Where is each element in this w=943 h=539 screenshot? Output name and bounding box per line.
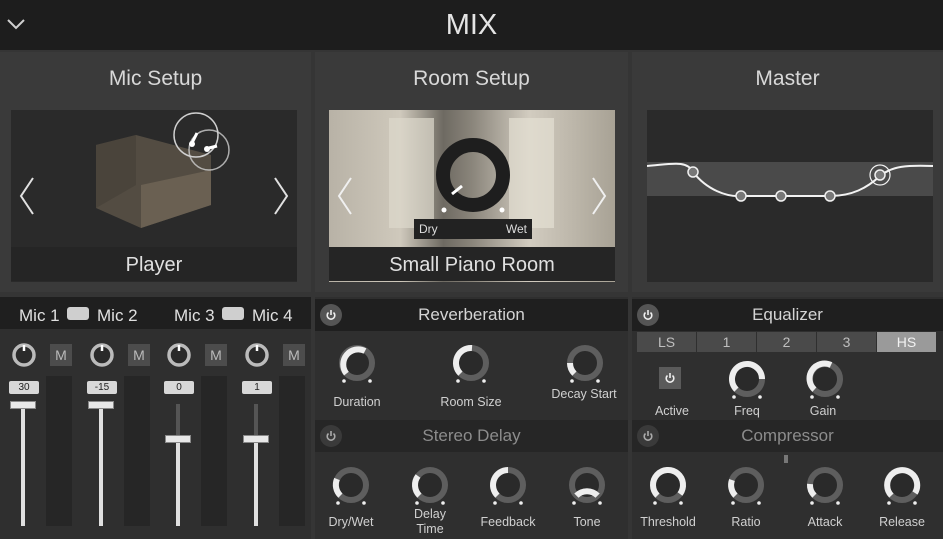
mic-3-label: Mic 3 xyxy=(174,306,215,325)
fader-track xyxy=(99,404,103,526)
delay-header: Stereo Delay xyxy=(315,420,628,452)
release-knob[interactable] xyxy=(882,465,922,507)
feedback-knob[interactable] xyxy=(488,465,528,507)
power-icon[interactable] xyxy=(637,304,659,326)
chevron-down-icon[interactable] xyxy=(6,14,26,34)
volume-fader[interactable] xyxy=(10,401,36,409)
level-meter xyxy=(201,376,227,526)
active-label: Active xyxy=(654,404,690,418)
volume-value: -15 xyxy=(87,381,117,394)
fader-track xyxy=(21,404,25,526)
power-icon[interactable] xyxy=(320,425,342,447)
level-meter xyxy=(124,376,150,526)
mic-2-label: Mic 2 xyxy=(97,306,138,325)
volume-fader[interactable] xyxy=(165,435,191,443)
reverb-header: Reverberation xyxy=(315,299,628,331)
gain-label: Gain xyxy=(809,404,837,418)
decay-start-knob[interactable] xyxy=(565,343,605,385)
mute-button[interactable]: M xyxy=(283,344,305,366)
fader-track xyxy=(254,438,258,526)
eq-header: Equalizer xyxy=(632,299,943,331)
pan-knob[interactable] xyxy=(88,341,116,369)
dry-wet-label: Dry/Wet xyxy=(328,515,374,529)
eq-tab-hs[interactable]: HS xyxy=(877,332,936,352)
room-size-label: Room Size xyxy=(440,395,502,409)
active-toggle[interactable] xyxy=(659,367,681,389)
eq-tab-2[interactable]: 2 xyxy=(757,332,816,352)
room-setup-title: Room Setup xyxy=(315,52,628,100)
gain-reduction-meter xyxy=(784,455,788,463)
chevron-right-icon[interactable] xyxy=(589,176,609,216)
dry-label: Dry xyxy=(419,222,438,236)
dry-wet-dial[interactable] xyxy=(428,130,518,220)
page-title: MIX xyxy=(445,9,498,41)
eq-tab-ls[interactable]: LS xyxy=(637,332,696,352)
wet-label: Wet xyxy=(505,222,527,236)
gain-knob[interactable] xyxy=(805,359,845,401)
decay-start-label: Decay Start xyxy=(551,387,617,401)
power-icon xyxy=(665,373,675,383)
pan-knob[interactable] xyxy=(165,341,193,369)
volume-value: 1 xyxy=(242,381,272,394)
duration-knob[interactable] xyxy=(337,343,377,385)
mute-button[interactable]: M xyxy=(128,344,150,366)
master-title: Master xyxy=(632,52,943,100)
eq-tab-1[interactable]: 1 xyxy=(697,332,756,352)
mic-placement-diagram xyxy=(96,112,230,228)
dry-wet-labels: Dry Wet xyxy=(414,219,532,239)
ratio-knob[interactable] xyxy=(726,465,766,507)
mute-button[interactable]: M xyxy=(50,344,72,366)
link-icon[interactable] xyxy=(67,307,89,320)
tone-knob[interactable] xyxy=(567,465,607,507)
threshold-knob[interactable] xyxy=(648,465,688,507)
mic-1-label: Mic 1 xyxy=(19,306,60,325)
power-icon[interactable] xyxy=(637,425,659,447)
freq-label: Freq xyxy=(734,404,760,418)
mic-setup-title: Mic Setup xyxy=(0,52,311,100)
fader-track-upper xyxy=(176,404,180,438)
duration-label: Duration xyxy=(333,395,381,409)
volume-fader[interactable] xyxy=(243,435,269,443)
volume-value: 30 xyxy=(9,381,39,394)
level-meter xyxy=(46,376,72,526)
eq-tab-3[interactable]: 3 xyxy=(817,332,876,352)
chevron-left-icon[interactable] xyxy=(335,176,355,216)
attack-label: Attack xyxy=(807,515,843,529)
level-meter xyxy=(279,376,305,526)
power-icon[interactable] xyxy=(320,304,342,326)
compressor-header: Compressor xyxy=(632,420,943,452)
attack-knob[interactable] xyxy=(805,465,845,507)
room-size-knob[interactable] xyxy=(451,343,491,385)
freq-knob[interactable] xyxy=(727,359,767,401)
mute-button[interactable]: M xyxy=(205,344,227,366)
mic-preset-name: Player xyxy=(11,247,297,281)
pan-knob[interactable] xyxy=(10,341,38,369)
tone-label: Tone xyxy=(573,515,601,529)
chevron-left-icon[interactable] xyxy=(17,176,37,216)
mic-4-label: Mic 4 xyxy=(252,306,293,325)
ratio-label: Ratio xyxy=(731,515,761,529)
delay-time-knob[interactable] xyxy=(410,465,450,507)
dry-wet-knob[interactable] xyxy=(331,465,371,507)
feedback-label: Feedback xyxy=(480,515,536,529)
link-icon[interactable] xyxy=(222,307,244,320)
pan-knob[interactable] xyxy=(243,341,271,369)
release-label: Release xyxy=(879,515,925,529)
fader-track xyxy=(176,438,180,526)
master-eq-view[interactable] xyxy=(646,110,934,282)
chevron-right-icon[interactable] xyxy=(271,176,291,216)
delay-time-label: Delay Time xyxy=(414,507,446,536)
room-preset-name: Small Piano Room xyxy=(329,247,615,281)
threshold-label: Threshold xyxy=(640,515,696,529)
volume-fader[interactable] xyxy=(88,401,114,409)
volume-value: 0 xyxy=(164,381,194,394)
fader-track-upper xyxy=(254,404,258,438)
mix-window: MIX Mic Setup Player Room Setup Dry Wet xyxy=(0,0,943,539)
eq-curve-graph xyxy=(646,162,934,202)
